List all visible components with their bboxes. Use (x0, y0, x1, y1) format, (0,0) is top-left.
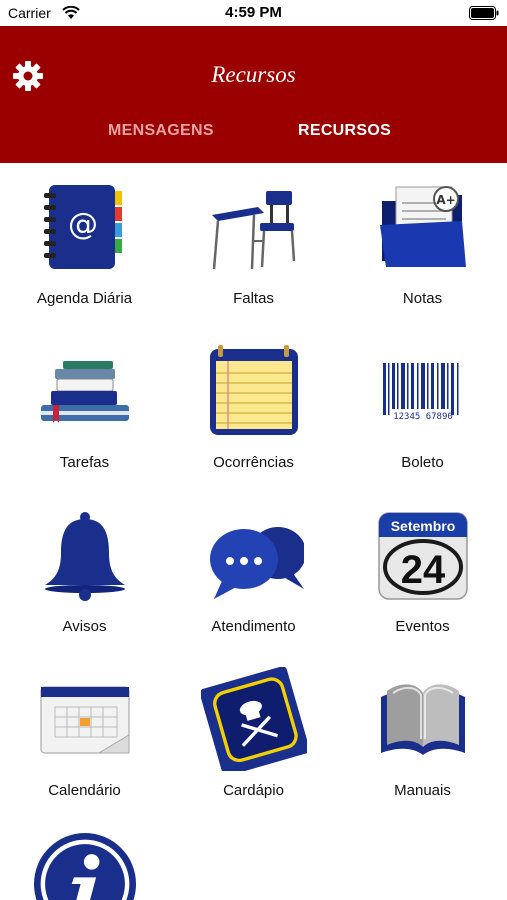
tile-label: Tarefas (59, 454, 110, 471)
address-book-icon: @ (44, 185, 122, 269)
grade-folder-icon: A+ (380, 186, 466, 267)
info-icon (34, 833, 136, 900)
calendar-grid-icon (40, 686, 130, 754)
battery-icon (469, 6, 499, 20)
tile-cardapio[interactable]: Cardápio (169, 655, 338, 819)
tile-avisos[interactable]: Avisos (0, 491, 169, 655)
books-stack-icon (41, 361, 129, 423)
tile-label: Boleto (401, 454, 444, 471)
clock: 4:59 PM (225, 4, 282, 21)
tile-faltas[interactable]: Faltas (169, 163, 338, 327)
school-desk-icon (212, 191, 296, 270)
tile-label: Agenda Diária (36, 290, 133, 307)
tile-agenda-diaria[interactable]: @ Agenda Diária (0, 163, 169, 327)
event-day: 24 (401, 548, 446, 592)
tab-recursos[interactable]: RECURSOS (298, 122, 391, 140)
tile-label: Eventos (395, 618, 450, 635)
svg-text:@: @ (68, 207, 98, 242)
event-month: Setembro (391, 518, 456, 534)
notepad-icon (210, 345, 298, 435)
open-book-icon (381, 684, 465, 755)
status-bar: Carrier 4:59 PM (0, 0, 507, 26)
page-title: Recursos (211, 62, 296, 87)
tile-label: Calendário (48, 782, 121, 799)
grade-text: A+ (436, 193, 455, 207)
tile-label: Ocorrências (213, 454, 294, 471)
tile-label: Avisos (62, 618, 107, 635)
tile-ocorrencias[interactable]: Ocorrências (169, 327, 338, 491)
header: Recursos MENSAGENS RECURSOS (0, 26, 507, 163)
chat-bubbles-icon (210, 527, 304, 599)
tile-label: Cardápio (223, 782, 284, 799)
tile-tarefas[interactable]: Tarefas (0, 327, 169, 491)
tab-mensagens[interactable]: MENSAGENS (108, 122, 214, 140)
bell-icon (45, 512, 125, 601)
calendar-date-icon: Setembro 24 (378, 512, 468, 600)
tile-label: Faltas (233, 290, 274, 307)
tile-atendimento[interactable]: Atendimento (169, 491, 338, 655)
tile-label: Atendimento (211, 618, 296, 635)
tile-eventos[interactable]: Setembro 24 Eventos (338, 491, 507, 655)
barcode-number: 12345 67890 (393, 412, 453, 422)
barcode-icon: 12345 67890 (383, 363, 459, 422)
menu-card-icon (201, 667, 307, 771)
tile-manuais[interactable]: Manuais (338, 655, 507, 819)
tile-boleto[interactable]: 12345 67890 Boleto (338, 327, 507, 491)
tile-informacoes[interactable] (0, 819, 169, 900)
tile-label: Manuais (394, 782, 451, 799)
tile-label: Notas (402, 290, 443, 307)
tile-calendario[interactable]: Calendário (0, 655, 169, 819)
tile-notas[interactable]: A+ Notas (338, 163, 507, 327)
